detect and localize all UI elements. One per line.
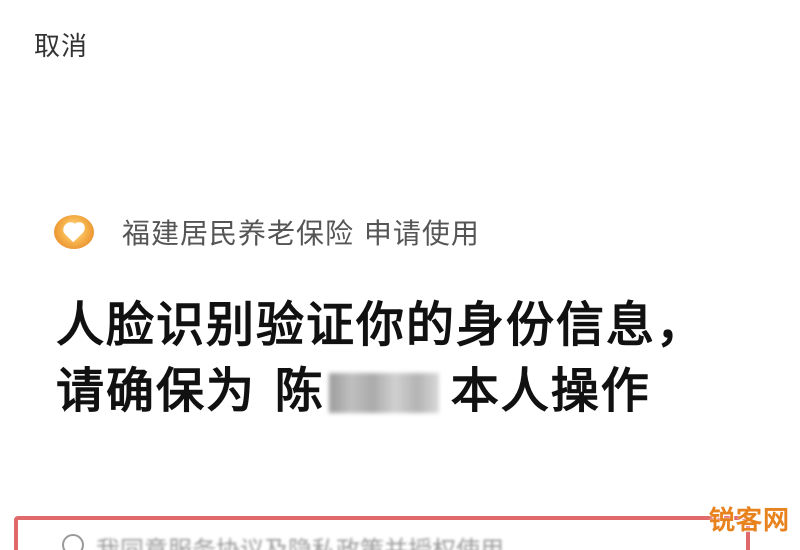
- agreement-highlight-box: 我同意服务协议及隐私政策并授权使用: [14, 516, 750, 550]
- agreement-text: 我同意服务协议及隐私政策并授权使用: [96, 536, 504, 550]
- headline-line-2-suffix: 本人操作: [450, 363, 651, 419]
- redacted-name: [328, 373, 439, 413]
- verification-headline: 人脸识别验证你的身份信息， 请确保为 陈 本人操作: [56, 292, 756, 424]
- top-bar: 取消: [0, 0, 800, 80]
- request-label: 申请使用: [363, 217, 480, 250]
- face-verification-screen: 取消 福建居民养老保险 申请使用 人脸识别验证你的身份信息， 请确保为 陈 本人操…: [0, 0, 800, 550]
- app-request-text: 福建居民养老保险 申请使用: [122, 212, 480, 252]
- app-request-row: 福建居民养老保险 申请使用: [54, 210, 480, 254]
- watermark: 锐客网: [708, 506, 790, 536]
- headline-line-2: 请确保为 陈 本人操作: [56, 358, 756, 424]
- agreement-checkbox[interactable]: [62, 534, 84, 550]
- cancel-button[interactable]: 取消: [34, 26, 88, 63]
- app-name: 福建居民养老保险: [122, 217, 355, 250]
- headline-line-2-prefix: 请确保为 陈: [56, 363, 325, 419]
- heart-badge-icon: [54, 215, 94, 249]
- headline-line-1: 人脸识别验证你的身份信息，: [56, 297, 707, 353]
